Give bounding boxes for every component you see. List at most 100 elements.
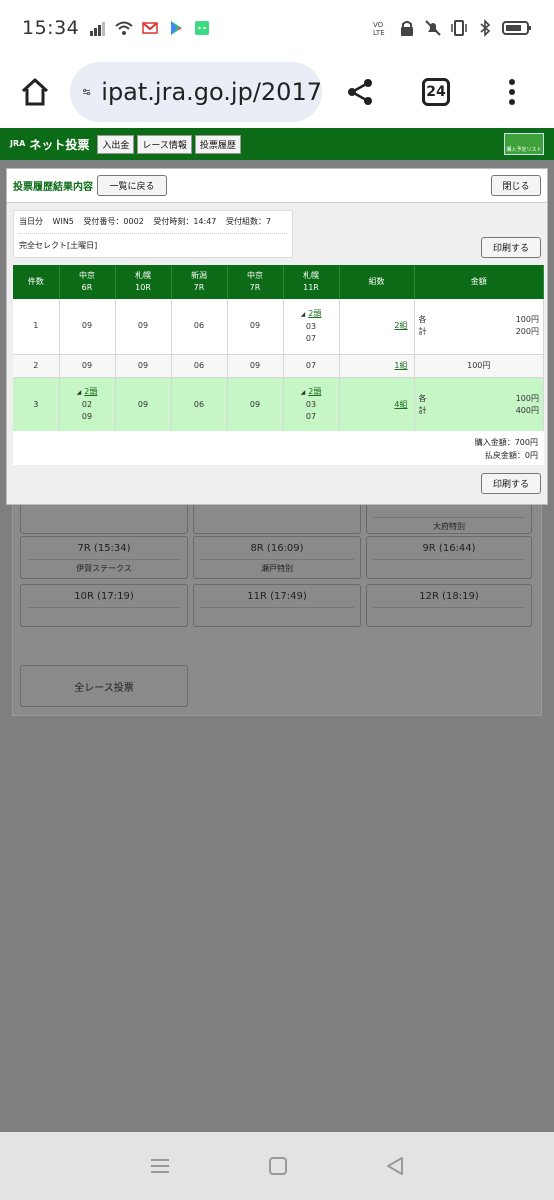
col-header: 組数	[339, 265, 415, 299]
tab-count: 24	[422, 78, 450, 106]
logo-sub: JRA	[10, 139, 26, 148]
status-time: 15:34	[22, 17, 80, 39]
race-button-12r[interactable]: 12R (18:19)	[366, 584, 532, 627]
bet-table: 件数 中京 6R 札幌 10R 新潟 7R 中京 7R 札幌 11R 組数 金額 1 09…	[13, 265, 544, 433]
totals: 購入金額：700円 払戻金額：0円	[13, 431, 544, 465]
race-button-partial-2[interactable]	[193, 502, 361, 534]
kumi-link[interactable]: 4組	[394, 400, 407, 409]
system-nav-bar	[0, 1132, 554, 1200]
kumi-cell: 1組	[339, 354, 415, 378]
purchase-list-button[interactable]: 購入予定リスト	[504, 133, 544, 155]
close-button[interactable]: 閉じる	[491, 175, 541, 196]
cell: ◢ 2頭 02 09	[59, 377, 116, 433]
race-button-10r[interactable]: 10R (17:19)	[20, 584, 188, 627]
col-header: 中京 6R	[59, 265, 116, 299]
race-name	[373, 607, 525, 619]
kumi-link[interactable]: 1組	[394, 361, 407, 370]
row-no: 2	[13, 354, 60, 378]
all-races-vote-button[interactable]: 全レース投票	[20, 665, 188, 707]
home-nav-icon[interactable]	[268, 1156, 288, 1176]
logo-text: ネット投票	[29, 137, 90, 152]
cell: ◢ 2頭 03 07	[283, 299, 340, 355]
nav-race-info[interactable]: レース情報	[137, 134, 192, 154]
print-button-top[interactable]: 印刷する	[481, 237, 541, 258]
race-name	[373, 559, 525, 571]
more-vert-icon	[509, 79, 515, 105]
race-button-partial-1[interactable]	[20, 502, 188, 534]
cell: 06	[171, 299, 228, 355]
col-header: 中京 7R	[227, 265, 284, 299]
modal-header: 投票履歴結果内容 一覧に戻る 閉じる	[7, 169, 547, 203]
race-button-11r[interactable]: 11R (17:49)	[193, 584, 361, 627]
url-bar[interactable]: ipat.jra.go.jp/2017	[70, 62, 322, 122]
cell: ◢ 2頭 03 07	[283, 377, 340, 433]
print-button-bottom[interactable]: 印刷する	[481, 473, 541, 494]
mute-icon	[425, 20, 441, 36]
info-day: 当日分	[19, 217, 43, 226]
share-icon	[348, 79, 372, 105]
info-receipt-no: 受付番号：0002	[83, 217, 144, 226]
info-type: WIN5	[52, 217, 74, 226]
web-page: JRA ネット投票 入出金 レース情報 投票履歴 購入予定リスト 大府特別 7R…	[0, 128, 554, 1132]
home-button[interactable]	[0, 56, 70, 128]
amount-cell: 各 100円 計 200円	[414, 299, 544, 355]
horse-count-link[interactable]: 2頭	[84, 387, 97, 396]
cell: 09	[227, 377, 284, 433]
info-method: 完全セレクト[土曜日]	[19, 241, 98, 250]
recent-apps-icon[interactable]	[149, 1156, 171, 1176]
svg-text:VO: VO	[373, 21, 384, 29]
browser-menu-button[interactable]	[474, 56, 550, 128]
row-no: 3	[13, 377, 60, 433]
tab-switcher-button[interactable]: 24	[398, 56, 474, 128]
race-button-8r[interactable]: 8R (16:09) 瀬戸特別	[193, 536, 361, 579]
col-header: 新潟 7R	[171, 265, 228, 299]
race-button-9r[interactable]: 9R (16:44)	[366, 536, 532, 579]
cell: 06	[171, 377, 228, 433]
col-header: 札幌 10R	[115, 265, 172, 299]
race-button-7r[interactable]: 7R (15:34) 伊賀ステークス	[20, 536, 188, 579]
horse-count-link[interactable]: 2頭	[308, 387, 321, 396]
back-to-list-button[interactable]: 一覧に戻る	[97, 175, 167, 196]
col-header: 件数	[13, 265, 60, 299]
race-label: 11R (17:49)	[247, 591, 307, 602]
cell: 09	[115, 354, 172, 378]
race-name: 伊賀ステークス	[27, 559, 181, 574]
android-icon	[195, 21, 210, 35]
expand-triangle-icon: ◢	[76, 389, 82, 396]
modal-title: 投票履歴結果内容	[13, 182, 93, 193]
bluetooth-icon	[480, 19, 491, 37]
cell: 07	[283, 354, 340, 378]
race-label: 7R (15:34)	[77, 543, 131, 554]
gmail-icon	[142, 22, 159, 34]
wifi-icon	[115, 21, 133, 35]
nav-deposit[interactable]: 入出金	[97, 134, 135, 154]
nfc-icon	[401, 21, 413, 36]
cell: 09	[227, 354, 284, 378]
race-label: 10R (17:19)	[74, 591, 134, 602]
race-name-partial: 大府特別	[373, 517, 525, 532]
col-header: 札幌 11R	[283, 265, 340, 299]
purchase-total: 購入金額：700円	[474, 438, 538, 447]
nav-vote-history[interactable]: 投票履歴	[194, 134, 241, 154]
back-icon[interactable]	[385, 1156, 405, 1176]
kumi-cell: 2組	[339, 299, 415, 355]
cell: 09	[59, 354, 116, 378]
site-settings-icon[interactable]	[82, 80, 91, 104]
site-logo[interactable]: JRA ネット投票	[10, 136, 89, 153]
table-header-row: 件数 中京 6R 札幌 10R 新潟 7R 中京 7R 札幌 11R 組数 金額	[13, 265, 544, 299]
kumi-link[interactable]: 2組	[394, 321, 407, 330]
horse-count-link[interactable]: 2頭	[308, 309, 321, 318]
table-row: 1 09 09 06 09 ◢ 2頭 03 07 2組 各 100円 計 200円	[13, 299, 544, 355]
race-button-partial-3[interactable]: 大府特別	[366, 502, 532, 534]
kumi-cell: 4組	[339, 377, 415, 433]
vibrate-icon	[451, 20, 467, 36]
play-store-icon	[171, 21, 183, 35]
amount-cell: 各 100円 計 400円	[414, 377, 544, 433]
cell: 09	[227, 299, 284, 355]
table-row: 2 09 09 06 09 07 1組 100円	[13, 354, 544, 378]
browser-toolbar: ipat.jra.go.jp/2017 24	[0, 56, 554, 128]
cell: 09	[115, 299, 172, 355]
share-button[interactable]	[322, 56, 398, 128]
race-name	[200, 607, 354, 619]
site-nav: JRA ネット投票 入出金 レース情報 投票履歴 購入予定リスト	[0, 128, 554, 160]
